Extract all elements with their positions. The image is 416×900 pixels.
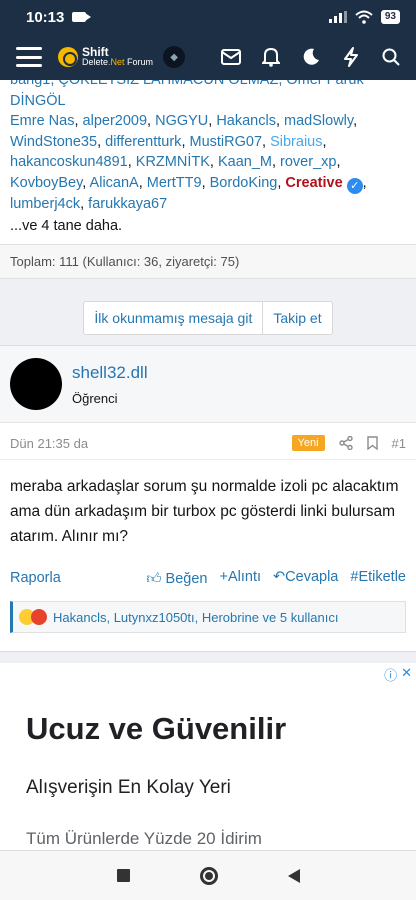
user-link[interactable]: NGGYU	[155, 113, 208, 129]
reactions-bar[interactable]: Hakancls, Lutynxz1050tı, Herobrine ve 5 …	[10, 601, 406, 633]
user-link[interactable]: Creative	[285, 175, 342, 191]
author-role: Öğrenci	[72, 390, 118, 406]
user-link[interactable]: KRZMNİTK	[136, 154, 210, 170]
thread-actions: İlk okunmamış mesaja git Takip et	[83, 301, 333, 335]
reply-button[interactable]: ↶Cevapla	[273, 569, 338, 587]
verified-badge-icon: ✓	[346, 177, 363, 194]
like-button[interactable]: 👍︎ Beğen	[146, 569, 207, 587]
logo-mark-icon	[58, 47, 78, 67]
like-label: Beğen	[165, 571, 208, 587]
user-link[interactable]: WindStone35	[10, 134, 97, 150]
user-link[interactable]: AlicanA	[90, 175, 139, 191]
quote-label: Alıntı	[227, 569, 261, 585]
ad-choices[interactable]: ⓘ ✕	[384, 665, 412, 684]
author-name[interactable]: shell32.dll	[72, 363, 148, 383]
advertisement[interactable]: ⓘ ✕ Ucuz ve Güvenilir Alışverişin En Kol…	[0, 663, 416, 850]
ad-tagline: Tüm Ürünlerde Yüzde 20 İdirim	[26, 829, 262, 848]
signal-icon	[328, 11, 347, 23]
user-link[interactable]: hakancoskun4891	[10, 154, 128, 170]
reactions-text: Hakancls, Lutynxz1050tı, Herobrine ve 5 …	[53, 609, 339, 625]
online-total: Toplam: 111 (Kullanıcı: 36, ziyaretçi: 7…	[0, 244, 416, 279]
battery-indicator: 93	[380, 10, 400, 24]
post-meta: Dün 21:35 da Yeni #1	[0, 423, 416, 460]
bookmark-icon[interactable]	[366, 436, 378, 450]
plus-icon: +	[219, 569, 228, 585]
user-link[interactable]: farukkaya67	[88, 196, 167, 212]
post-body: meraba arkadaşlar sorum şu normalde izol…	[10, 478, 399, 545]
user-link[interactable]: Sibraius	[270, 134, 322, 150]
post: shell32.dll Öğrenci Dün 21:35 da Yeni #1…	[0, 345, 416, 633]
reply-label: Cevapla	[285, 569, 339, 585]
logo-line2a: Delete	[82, 57, 109, 67]
thumbs-up-icon: 👍︎	[146, 571, 162, 587]
share-icon[interactable]	[338, 436, 353, 450]
home-icon[interactable]	[199, 866, 218, 885]
user-link[interactable]: MustiRG07	[190, 134, 263, 150]
user-link[interactable]: madSlowly	[284, 113, 353, 129]
search-icon[interactable]	[380, 46, 402, 68]
user-link[interactable]: differentturk	[105, 134, 181, 150]
ad-close-icon[interactable]: ✕	[401, 665, 412, 684]
user-link[interactable]: lumberj4ck	[10, 196, 80, 212]
moon-icon[interactable]	[300, 46, 322, 68]
post-date[interactable]: Dün 21:35 da	[10, 436, 88, 451]
post-author: shell32.dll Öğrenci	[0, 346, 416, 423]
post-number[interactable]: #1	[392, 436, 406, 451]
follow-button[interactable]: Takip et	[262, 302, 331, 334]
ad-headline: Ucuz ve Güvenilir	[26, 711, 287, 746]
bell-icon[interactable]	[260, 46, 282, 68]
user-link[interactable]: Emre Nas	[10, 113, 74, 129]
system-nav-bar	[0, 850, 416, 900]
new-badge: Yeni	[291, 435, 325, 451]
logo-line1: Shift	[82, 45, 109, 59]
bolt-icon[interactable]	[340, 46, 362, 68]
quote-button[interactable]: +Alıntı	[219, 569, 261, 587]
avatar[interactable]	[10, 358, 62, 410]
tag-label: Etiketle	[358, 569, 406, 585]
back-icon[interactable]	[287, 868, 300, 883]
reaction-emoji-icon	[19, 609, 47, 625]
status-bar: 10:13 93	[0, 0, 416, 34]
report-button[interactable]: Raporla	[10, 570, 61, 586]
user-link[interactable]: Kaan_M	[218, 154, 272, 170]
user-avatar[interactable]: ◆	[163, 46, 186, 68]
logo-line2c: Forum	[124, 57, 154, 67]
user-link[interactable]: KovboyBey	[10, 175, 82, 191]
wifi-icon	[355, 10, 373, 24]
site-logo[interactable]: Shift Delete.Net Forum	[58, 45, 153, 67]
user-link[interactable]: MertTT9	[147, 175, 202, 191]
video-camera-icon	[72, 12, 92, 22]
online-users-list: bang1, ÇOKLETSIZ LAHMACUN OLMAZ, Ömer Fa…	[0, 80, 416, 214]
ad-subline: Alışverişin En Kolay Yeri	[26, 777, 231, 798]
more-users-text: ...ve 4 tane daha.	[10, 218, 123, 234]
first-unread-button[interactable]: İlk okunmamış mesaja git	[84, 302, 262, 334]
logo-line2: Delete.Net Forum	[82, 57, 153, 67]
recents-icon[interactable]	[116, 869, 130, 882]
ad-info-icon[interactable]: ⓘ	[384, 665, 397, 684]
user-link[interactable]: BordoKing	[210, 175, 278, 191]
app-header: Shift Delete.Net Forum ◆	[0, 34, 416, 80]
reply-icon: ↶	[273, 569, 286, 585]
menu-icon[interactable]	[16, 47, 42, 67]
logo-line2b: .Net	[108, 57, 125, 67]
status-time: 10:13	[26, 8, 65, 26]
user-link[interactable]: Hakancls	[216, 113, 276, 129]
mail-icon[interactable]	[220, 46, 242, 68]
post-actions: Raporla 👍︎ Beğen +Alıntı ↶Cevapla #Etike…	[0, 559, 416, 597]
thread-content: bang1, ÇOKLETSIZ LAHMACUN OLMAZ, Ömer Fa…	[0, 80, 416, 850]
user-link[interactable]: rover_xp	[280, 154, 336, 170]
user-link[interactable]: alper2009	[83, 113, 148, 129]
user-link[interactable]: bang1, ÇOKLETSIZ LAHMACUN OLMAZ, Ömer Fa…	[10, 80, 364, 109]
tag-button[interactable]: #Etiketle	[350, 569, 406, 587]
